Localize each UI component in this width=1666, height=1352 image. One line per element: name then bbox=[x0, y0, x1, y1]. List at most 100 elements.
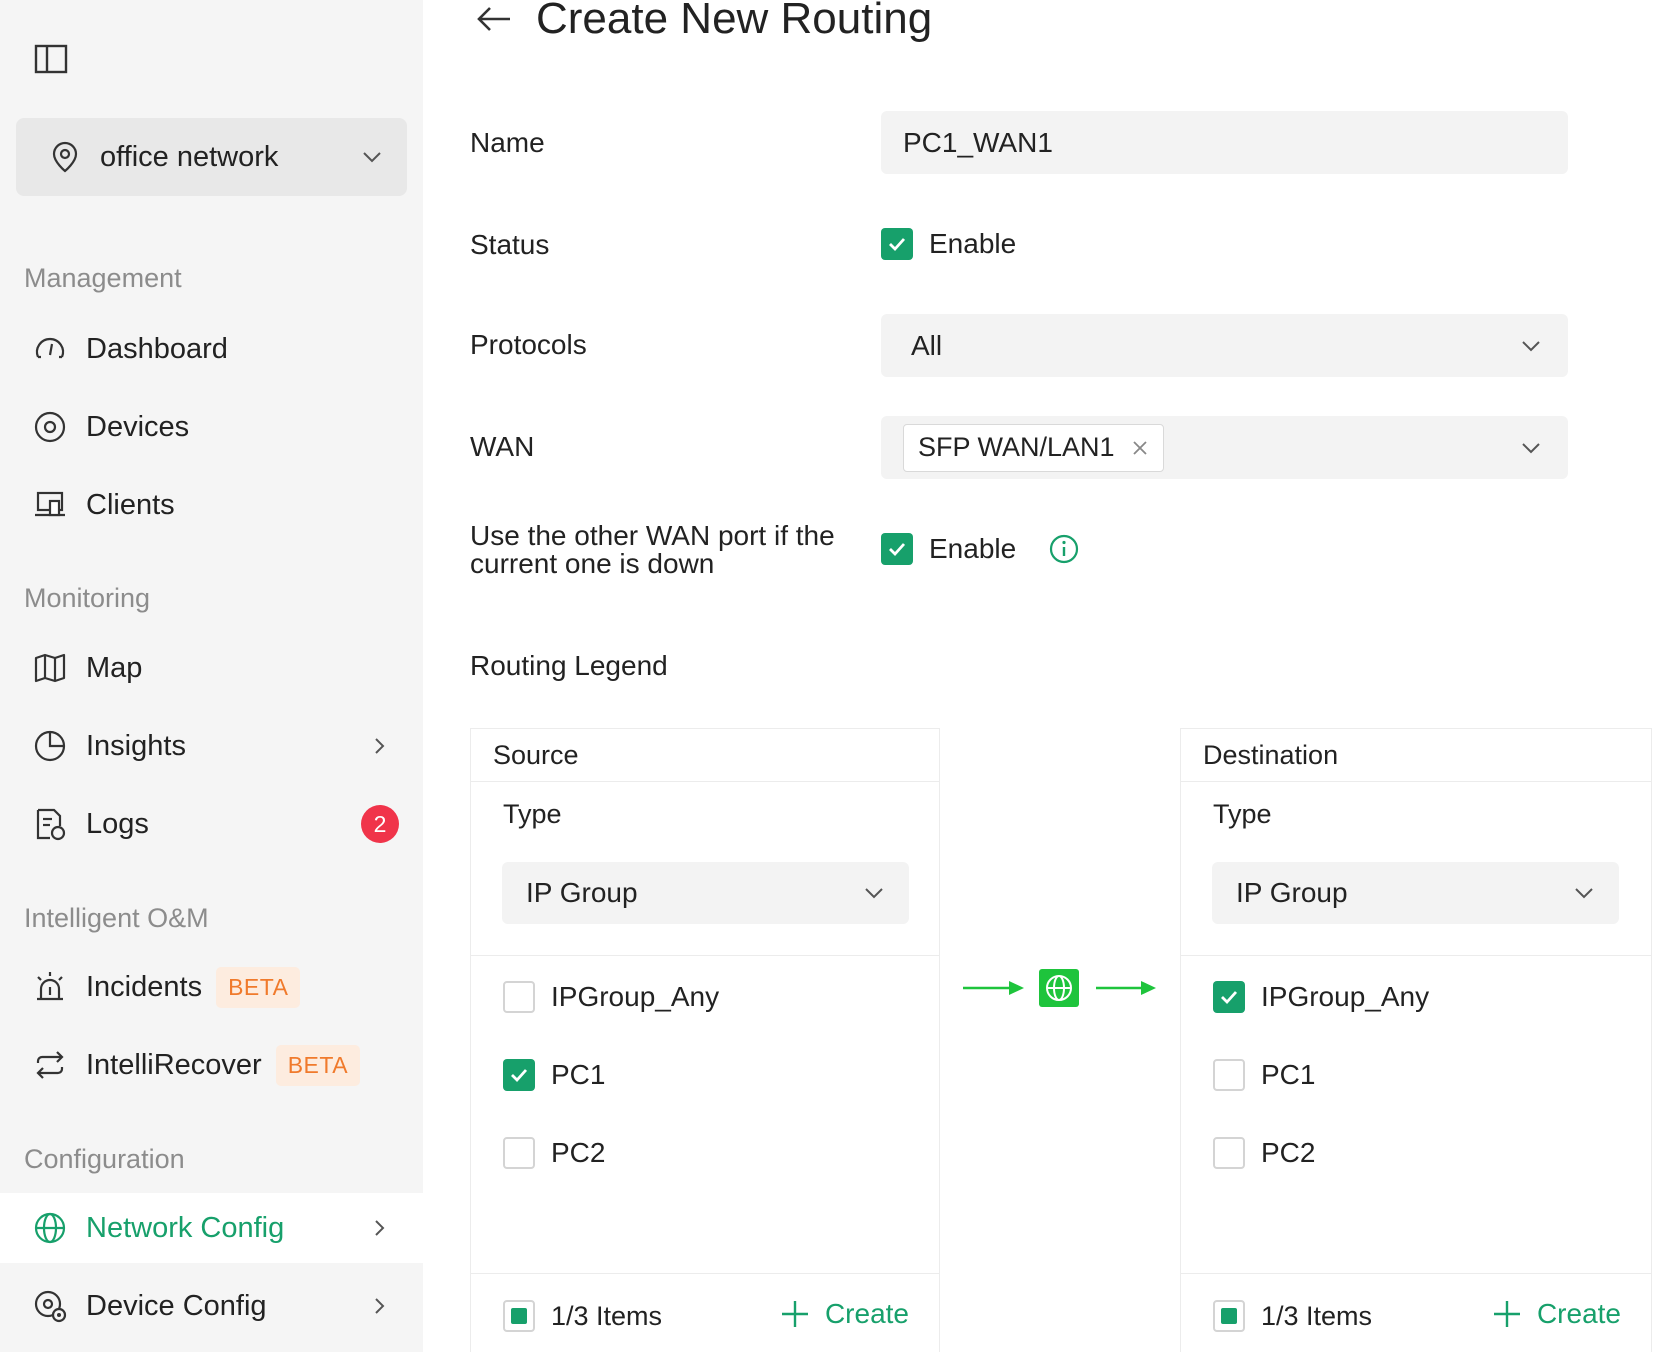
destination-create-button[interactable]: Create bbox=[1491, 1298, 1621, 1330]
source-type-label: Type bbox=[503, 799, 562, 829]
destination-type-select[interactable]: IP Group bbox=[1212, 862, 1619, 924]
sidebar-item-map[interactable]: Map bbox=[0, 633, 423, 703]
chevron-down-icon bbox=[865, 888, 883, 899]
option-label: PC1 bbox=[1261, 1059, 1316, 1090]
destination-panel: Destination Type IP Group IPGroup_Any PC… bbox=[1180, 728, 1652, 1352]
option-label: PC2 bbox=[551, 1137, 606, 1168]
protocols-label: Protocols bbox=[470, 329, 587, 360]
name-input[interactable]: PC1_WAN1 bbox=[881, 111, 1568, 174]
failover-option-label: Enable bbox=[929, 533, 1017, 564]
sidebar-item-label: Dashboard bbox=[86, 332, 228, 365]
chevron-right-icon bbox=[375, 738, 385, 754]
sidebar-item-intellirecover[interactable]: IntelliRecover BETA bbox=[0, 1030, 423, 1100]
globe-icon bbox=[1039, 969, 1079, 1007]
source-select-all[interactable]: 1/3 Items bbox=[503, 1300, 662, 1332]
failover-label-line1: Use the other WAN port if the bbox=[470, 520, 835, 551]
source-option[interactable]: PC2 bbox=[503, 1137, 605, 1169]
option-label: PC2 bbox=[1261, 1137, 1316, 1168]
source-option[interactable]: PC1 bbox=[503, 1059, 605, 1091]
flow-arrow-left bbox=[963, 981, 1024, 995]
sidebar-collapse-icon[interactable] bbox=[34, 44, 68, 74]
protocols-select[interactable]: All bbox=[881, 314, 1568, 377]
status-enable-toggle[interactable]: Enable bbox=[881, 228, 1016, 260]
source-panel: Source Type IP Group IPGroup_Any PC1 PC2… bbox=[470, 728, 940, 1352]
sidebar-item-incidents[interactable]: Incidents BETA bbox=[0, 952, 423, 1022]
check-icon bbox=[1221, 991, 1238, 1005]
option-checkbox[interactable] bbox=[503, 1137, 535, 1169]
item-count: 1/3 Items bbox=[551, 1300, 663, 1331]
option-label: PC1 bbox=[551, 1059, 606, 1090]
select-all-checkbox[interactable] bbox=[503, 1300, 535, 1332]
option-checkbox[interactable] bbox=[1213, 981, 1245, 1013]
destination-option[interactable]: PC2 bbox=[1213, 1137, 1315, 1169]
source-type-select[interactable]: IP Group bbox=[502, 862, 909, 924]
chevron-down-icon bbox=[363, 152, 381, 163]
close-icon[interactable] bbox=[1131, 439, 1149, 457]
destination-type-label: Type bbox=[1213, 799, 1272, 829]
page-header: Create New Routing bbox=[474, 0, 932, 44]
sidebar-item-label: Network Config bbox=[86, 1211, 285, 1244]
option-label: IPGroup_Any bbox=[551, 981, 720, 1012]
destination-option[interactable]: IPGroup_Any bbox=[1213, 981, 1429, 1013]
source-create-button[interactable]: Create bbox=[779, 1298, 909, 1330]
create-label: Create bbox=[1536, 1298, 1621, 1329]
sidebar-item-clients[interactable]: Clients bbox=[0, 470, 423, 540]
check-icon bbox=[511, 1069, 528, 1083]
sidebar-item-network-config[interactable]: Network Config bbox=[0, 1193, 423, 1263]
sidebar-item-device-config[interactable]: Device Config bbox=[0, 1271, 423, 1341]
check-icon bbox=[889, 238, 906, 252]
sidebar-item-label: Incidents bbox=[86, 970, 203, 1003]
source-type-value: IP Group bbox=[526, 877, 638, 908]
sidebar-item-devices[interactable]: Devices bbox=[0, 392, 423, 462]
status-checkbox[interactable] bbox=[881, 228, 913, 260]
wan-select[interactable]: SFP WAN/LAN1 bbox=[881, 416, 1568, 479]
failover-enable-toggle[interactable]: Enable bbox=[881, 533, 1080, 565]
select-all-checkbox[interactable] bbox=[1213, 1300, 1245, 1332]
check-icon bbox=[889, 543, 906, 557]
sidebar-item-insights[interactable]: Insights bbox=[0, 711, 423, 781]
source-panel-footer: 1/3 Items Create bbox=[471, 1273, 939, 1352]
site-name: office network bbox=[100, 140, 279, 173]
divider bbox=[471, 955, 939, 956]
section-configuration: Configuration bbox=[24, 1144, 185, 1174]
item-count: 1/3 Items bbox=[1261, 1300, 1373, 1331]
option-checkbox[interactable] bbox=[1213, 1059, 1245, 1091]
clients-icon bbox=[35, 491, 65, 517]
sidebar-item-logs[interactable]: Logs 2 bbox=[0, 789, 423, 859]
create-label: Create bbox=[824, 1298, 909, 1329]
status-option-label: Enable bbox=[929, 228, 1017, 259]
failover-label: Use the other WAN port if the current on… bbox=[470, 522, 835, 578]
sync-arrows-icon bbox=[36, 1051, 64, 1079]
map-icon bbox=[34, 653, 66, 683]
chevron-down-icon bbox=[1522, 340, 1540, 351]
location-pin-icon bbox=[52, 141, 78, 173]
sidebar-item-label: Logs bbox=[86, 807, 149, 840]
destination-panel-title: Destination bbox=[1181, 729, 1651, 782]
destination-panel-footer: 1/3 Items Create bbox=[1181, 1273, 1651, 1352]
info-icon[interactable] bbox=[1048, 533, 1080, 565]
sidebar-item-label: Map bbox=[86, 651, 143, 684]
beta-badge: BETA bbox=[216, 966, 301, 1008]
wan-label: WAN bbox=[470, 431, 535, 462]
source-option[interactable]: IPGroup_Any bbox=[503, 981, 719, 1013]
sidebar-item-label: Device Config bbox=[86, 1289, 267, 1322]
name-label: Name bbox=[470, 127, 545, 158]
source-panel-title: Source bbox=[471, 729, 939, 782]
failover-checkbox[interactable] bbox=[881, 533, 913, 565]
logs-count-badge: 2 bbox=[361, 805, 399, 843]
routing-legend-title: Routing Legend bbox=[470, 650, 668, 681]
option-checkbox[interactable] bbox=[503, 981, 535, 1013]
destination-select-all[interactable]: 1/3 Items bbox=[1213, 1300, 1372, 1332]
option-checkbox[interactable] bbox=[1213, 1137, 1245, 1169]
page-title: Create New Routing bbox=[536, 0, 933, 43]
chevron-down-icon bbox=[1522, 442, 1540, 453]
option-checkbox[interactable] bbox=[503, 1059, 535, 1091]
site-selector[interactable]: office network bbox=[16, 118, 407, 196]
failover-label-line2: current one is down bbox=[470, 548, 715, 579]
sidebar-item-label: Insights bbox=[86, 729, 186, 762]
section-intelligent-om: Intelligent O&M bbox=[24, 903, 209, 933]
sidebar-item-dashboard[interactable]: Dashboard bbox=[0, 314, 423, 384]
back-arrow-icon[interactable] bbox=[474, 0, 514, 39]
alarm-icon bbox=[37, 972, 63, 1001]
destination-option[interactable]: PC1 bbox=[1213, 1059, 1315, 1091]
